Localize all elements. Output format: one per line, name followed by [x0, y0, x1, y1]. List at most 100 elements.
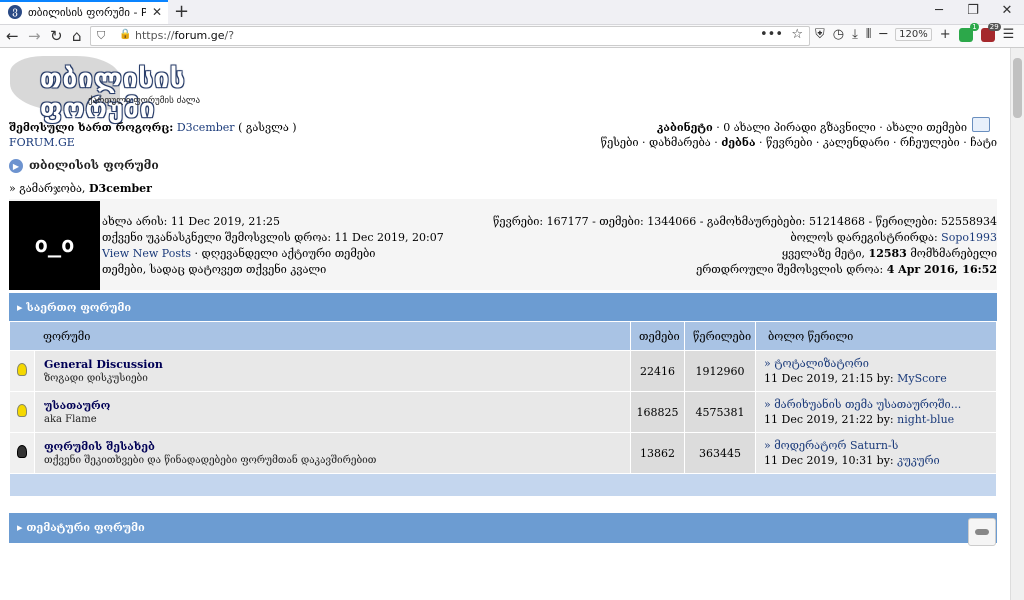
- nav-calendar[interactable]: კალენდარი: [823, 136, 890, 149]
- logo-subtitle: ქართული ფორუმის ძალა: [88, 96, 201, 106]
- forum-description: ზოგადი დისკუსიები: [44, 373, 148, 384]
- reload-icon[interactable]: ↻: [50, 27, 63, 45]
- current-time: ახლა არის: 11 Dec 2019, 21:25: [102, 215, 281, 228]
- back-icon[interactable]: ←: [6, 27, 19, 45]
- site-logo[interactable]: თბილისის ფორუმი ქართული ფორუმის ძალა: [10, 56, 245, 124]
- view-new-posts-link[interactable]: View New Posts: [102, 247, 191, 260]
- welcome-username[interactable]: D3cember: [89, 182, 152, 195]
- logged-in-label: შემოსული ხართ როგორც:: [9, 121, 174, 134]
- stats-line: წევრები: 167177 - თემები: 1344066 - გამო…: [493, 215, 997, 228]
- breadcrumb-link[interactable]: თბილისის ფორუმი: [29, 158, 159, 172]
- message-icon[interactable]: [972, 117, 990, 132]
- nav-favorites[interactable]: რჩეულები: [900, 136, 960, 149]
- bookmark-star-icon[interactable]: ☆: [791, 27, 803, 42]
- zoom-in-icon[interactable]: +: [940, 27, 951, 42]
- lock-icon[interactable]: 🔒: [119, 29, 131, 40]
- last-post-date: 11 Dec 2019, 21:22 by:: [764, 413, 894, 426]
- zoom-out-icon[interactable]: ─: [879, 27, 887, 42]
- category-header-general[interactable]: ▸ საერთო ფორუმი: [9, 293, 997, 323]
- minimize-icon[interactable]: ─: [922, 0, 956, 24]
- last-poster-link[interactable]: night-blue: [897, 413, 954, 426]
- last-post-date: 11 Dec 2019, 21:15 by:: [764, 372, 894, 385]
- shield-icon[interactable]: ⛉: [97, 29, 105, 43]
- last-poster-link[interactable]: კუკური: [897, 454, 940, 467]
- tab-bar: ვ თბილისის ფორუმი - Powe ✕ + ─ ❐ ✕: [0, 0, 1024, 25]
- url-text[interactable]: https://forum.ge/?: [135, 29, 234, 42]
- avatar[interactable]: o_o: [9, 201, 100, 290]
- last-registered-label: ბოლოს დარეგისტრირდა:: [790, 231, 938, 244]
- close-window-icon[interactable]: ✕: [990, 0, 1024, 24]
- forum-icon: ▶: [9, 158, 23, 173]
- most-online-count: 12583: [868, 247, 907, 260]
- welcome-line: » გამარჯობა, D3cember: [9, 182, 152, 195]
- forum-title-link[interactable]: General Discussion: [44, 358, 630, 371]
- forum-ge-link[interactable]: FORUM.GE: [9, 136, 75, 149]
- new-tab-button[interactable]: +: [174, 1, 189, 22]
- last-post-cell: » მოდერატორ Saturn-ს 11 Dec 2019, 10:31 …: [755, 432, 997, 474]
- browser-tab[interactable]: ვ თბილისის ფორუმი - Powe ✕: [0, 0, 168, 24]
- forum-description: aka Flame: [44, 414, 97, 425]
- logout-link[interactable]: ( გასვლა ): [238, 121, 297, 134]
- toggle-switch-icon[interactable]: [968, 518, 996, 546]
- forum-table: ფორუმი თემები წერილები ბოლო წერილი Gener…: [9, 321, 997, 497]
- last-poster-link[interactable]: MyScore: [897, 372, 947, 385]
- home-icon[interactable]: ⌂: [72, 27, 82, 45]
- category-header-thematic[interactable]: ▸ თემატური ფორუმი: [9, 513, 997, 543]
- login-status: შემოსული ხართ როგორც: D3cember ( გასვლა …: [9, 121, 297, 134]
- restore-icon[interactable]: ❐: [956, 0, 990, 24]
- pocket-icon[interactable]: ⛨: [815, 27, 825, 42]
- forum-cell: ფორუმის შესახებ თქვენი შეკითხვები და წინ…: [34, 432, 631, 474]
- table-row: ფორუმის შესახებ თქვენი შეკითხვები და წინ…: [9, 432, 997, 474]
- extension-badge: 1: [970, 22, 979, 31]
- window-controls: ─ ❐ ✕: [922, 0, 1024, 24]
- last-topic-link[interactable]: » მარიხუანის თემა უსათაუროში...: [764, 397, 996, 412]
- topics-count: 168825: [630, 391, 685, 433]
- collapse-icon[interactable]: ▸: [17, 301, 23, 314]
- welcome-prefix: » გამარჯობა,: [9, 182, 86, 195]
- menu-icon[interactable]: ☰: [1003, 27, 1015, 42]
- page-content: თბილისის ფორუმი ქართული ფორუმის ძალა შემ…: [0, 48, 1011, 600]
- download-icon[interactable]: ⤓: [852, 27, 858, 42]
- last-post-cell: » მარიხუანის თემა უსათაუროში... 11 Dec 2…: [755, 391, 997, 433]
- table-footer: [9, 473, 997, 497]
- nav-rules[interactable]: წესები: [601, 136, 639, 149]
- most-online-prefix: ყველაზე მეტი,: [781, 247, 866, 260]
- nav-search[interactable]: ძებნა: [721, 136, 755, 149]
- topics-count: 13862: [630, 432, 685, 474]
- library-icon[interactable]: ⫴: [866, 27, 871, 42]
- forum-title-link[interactable]: უსათაურო: [44, 399, 630, 412]
- extension-icon[interactable]: 1: [958, 22, 979, 42]
- zoom-level[interactable]: 120%: [895, 28, 932, 41]
- new-pm-link[interactable]: 0 ახალი პირადი გზავნილი: [723, 121, 876, 134]
- col-last-post: ბოლო წერილი: [755, 321, 997, 351]
- category-title: თემატური ფორუმი: [26, 521, 145, 534]
- ublock-icon[interactable]: 29: [980, 22, 1001, 42]
- table-header-row: ფორუმი თემები წერილები ბოლო წერილი: [9, 321, 997, 351]
- last-topic-link[interactable]: » ტოტალიზატორი: [764, 356, 996, 371]
- last-topic-link[interactable]: » მოდერატორ Saturn-ს: [764, 438, 996, 453]
- nav-members[interactable]: წევრები: [766, 136, 812, 149]
- close-tab-icon[interactable]: ✕: [152, 5, 162, 19]
- forum-title-link[interactable]: ფორუმის შესახებ: [44, 440, 630, 453]
- forward-icon[interactable]: →: [28, 27, 41, 45]
- active-topics-link[interactable]: დღევანდელი აქტიური თემები: [202, 247, 376, 260]
- collapse-icon[interactable]: ▸: [17, 521, 23, 534]
- ublock-badge: 29: [987, 22, 1001, 31]
- simul-date: 4 Apr 2016, 16:52: [886, 263, 997, 276]
- last-visit: თქვენი უკანასკნელი შემოსვლის დროა: 11 De…: [102, 231, 444, 244]
- forum-cell: General Discussion ზოგადი დისკუსიები: [34, 350, 631, 392]
- tracked-topics-link[interactable]: თემები, სადაც დატოვეთ თქვენი კვალი: [102, 262, 444, 278]
- new-topics-link[interactable]: ახალი თემები: [886, 121, 967, 134]
- nav-chat[interactable]: ჩატი: [970, 136, 997, 149]
- last-registered-link[interactable]: Sopo1993: [941, 231, 997, 244]
- table-row: General Discussion ზოგადი დისკუსიები 224…: [9, 350, 997, 392]
- username-link[interactable]: D3cember: [177, 121, 235, 134]
- nav-help[interactable]: დახმარება: [649, 136, 711, 149]
- scrollbar[interactable]: [1010, 48, 1024, 600]
- page-actions-icon[interactable]: •••: [760, 27, 783, 42]
- history-icon[interactable]: ◷: [833, 27, 844, 42]
- scrollbar-thumb[interactable]: [1013, 58, 1022, 118]
- url-bar[interactable]: ⛉ 🔒 https://forum.ge/? ••• ☆: [90, 26, 810, 46]
- cabinet-link[interactable]: კაბინეტი: [657, 121, 713, 134]
- category-title: საერთო ფორუმი: [26, 301, 132, 314]
